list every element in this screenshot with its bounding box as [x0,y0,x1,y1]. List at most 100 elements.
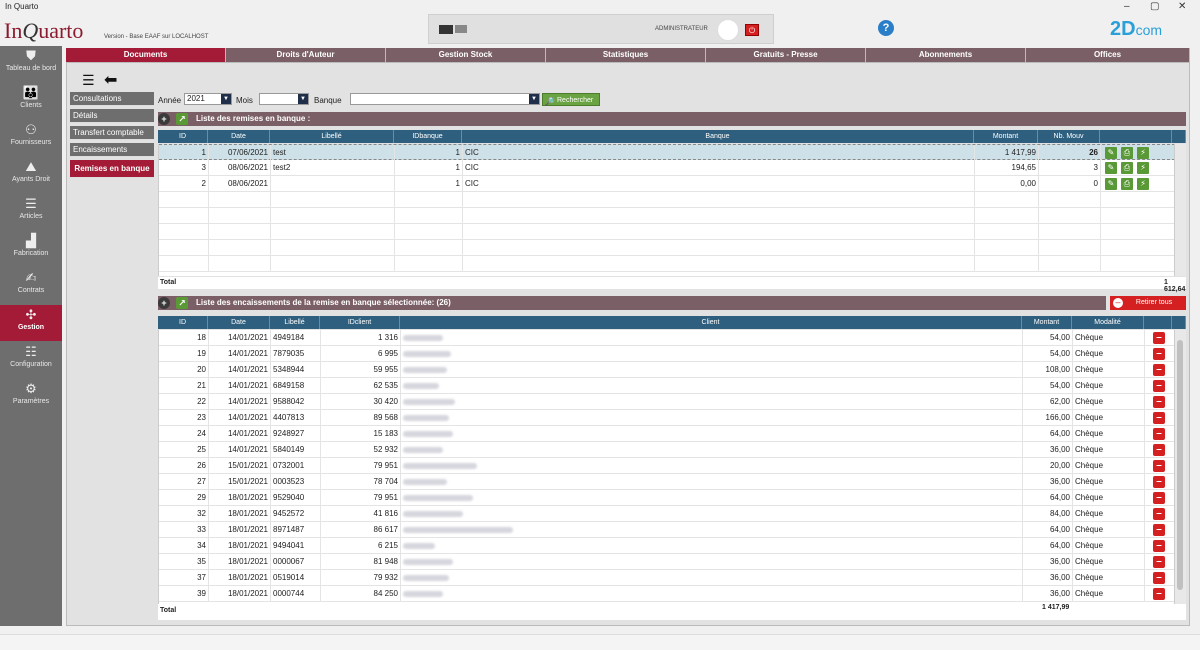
remove-icon[interactable]: – [1153,588,1165,600]
remove-icon[interactable]: – [1153,476,1165,488]
column-header[interactable]: Banque [462,130,974,143]
column-header[interactable]: IDbanque [394,130,462,143]
add-icon[interactable]: + [158,297,170,309]
monitor-icon[interactable] [439,25,453,34]
add-icon[interactable]: + [158,113,170,125]
maximize-button[interactable]: ▢ [1150,1,1159,12]
remove-icon[interactable]: – [1153,412,1165,424]
table-row[interactable]: 29 18/01/2021 9529040 79 951 64,00 Chèque – [159,490,1174,506]
table-row[interactable]: 23 14/01/2021 4407813 89 568 166,00 Chèque – [159,410,1174,426]
table-row[interactable]: 2 08/06/2021 1 CIC 0,00 0 ✎ ⎙ ⚡ [159,176,1175,192]
table-row[interactable]: 24 14/01/2021 9248927 15 183 64,00 Chèque – [159,426,1174,442]
close-button[interactable]: ✕ [1178,1,1186,12]
column-header[interactable]: Montant [1022,316,1072,329]
power-icon[interactable]: ⏻ [745,24,759,36]
table-row[interactable] [159,192,1175,208]
print-icon[interactable]: ⎙ [1121,147,1133,159]
bolt-icon[interactable]: ⚡ [1137,147,1149,159]
tab-offices[interactable]: Offices [1026,48,1190,62]
bolt-icon[interactable]: ⚡ [1137,178,1149,190]
export-icon[interactable]: ↗ [176,297,188,309]
column-header[interactable]: Date [208,316,270,329]
table-row[interactable]: 1 07/06/2021 test 1 CIC 1 417,99 26 ✎ ⎙ ⚡ [159,144,1175,161]
table-row[interactable] [159,224,1175,240]
print-icon[interactable]: ⎙ [1121,178,1133,190]
table-row[interactable] [159,256,1175,272]
sidebar-item-ayants-droit[interactable]: ⛰ Ayants Droit [0,157,62,193]
chevron-down-icon[interactable]: ▼ [529,94,539,104]
table-row[interactable]: 33 18/01/2021 8971487 86 617 64,00 Chèque – [159,522,1174,538]
remove-icon[interactable]: – [1153,380,1165,392]
column-header[interactable] [1172,316,1186,329]
chevron-down-icon[interactable]: ▼ [221,94,231,104]
remove-icon[interactable]: – [1153,524,1165,536]
submenu-item-encaissements[interactable]: Encaissements [70,143,154,157]
remove-icon[interactable]: – [1153,444,1165,456]
remove-icon[interactable]: – [1153,540,1165,552]
remove-icon[interactable]: – [1153,396,1165,408]
column-header[interactable]: Date [208,130,270,143]
table-row[interactable]: 19 14/01/2021 7879035 6 995 54,00 Chèque – [159,346,1174,362]
column-header[interactable] [1144,316,1172,329]
sidebar-item-clients[interactable]: 👪 Clients [0,83,62,119]
help-icon[interactable]: ? [878,20,894,36]
sidebar-item-tableau-de-bord[interactable]: ⛊ Tableau de bord [0,46,62,82]
sidebar-item-articles[interactable]: ☰ Articles [0,194,62,230]
sidebar-item-paramètres[interactable]: ⚙ Paramètres [0,379,62,415]
remove-icon[interactable]: – [1153,556,1165,568]
table-row[interactable]: 18 14/01/2021 4949184 1 316 54,00 Chèque – [159,330,1174,346]
banque-select[interactable]: ▼ [350,93,540,105]
chat-icon[interactable] [455,25,467,33]
column-header[interactable]: Client [400,316,1022,329]
table-row[interactable]: 39 18/01/2021 0000744 84 250 36,00 Chèque – [159,586,1174,602]
table-row[interactable]: 32 18/01/2021 9452572 41 816 84,00 Chèque – [159,506,1174,522]
column-header[interactable] [1172,130,1186,143]
remove-icon[interactable]: – [1153,460,1165,472]
sidebar-item-fabrication[interactable]: ▟ Fabrication [0,231,62,267]
column-header[interactable]: Libellé [270,316,320,329]
table-row[interactable] [159,240,1175,256]
scrollbar-thumb[interactable] [1177,340,1183,590]
tab-statistiques[interactable]: Statistiques [546,48,706,62]
retirer-tous-button[interactable]: – Retirer tous [1110,296,1186,310]
edit-icon[interactable]: ✎ [1105,162,1117,174]
mois-select[interactable]: ▼ [259,93,309,105]
tab-documents[interactable]: Documents [66,48,226,62]
annee-select[interactable]: 2021 ▼ [184,93,232,105]
chevron-down-icon[interactable]: ▼ [298,94,308,104]
submenu-item-remises-en-banque[interactable]: Remises en banque [70,160,154,178]
table-row[interactable]: 25 14/01/2021 5840149 52 932 36,00 Chèque – [159,442,1174,458]
tab-droits-d-auteur[interactable]: Droits d'Auteur [226,48,386,62]
table-row[interactable] [159,208,1175,224]
column-header[interactable]: Modalité [1072,316,1144,329]
table-row[interactable]: 35 18/01/2021 0000067 81 948 36,00 Chèque – [159,554,1174,570]
print-icon[interactable]: ⎙ [1121,162,1133,174]
export-icon[interactable]: ↗ [176,113,188,125]
column-header[interactable]: ID [158,130,208,143]
column-header[interactable]: Libellé [270,130,394,143]
avatar[interactable] [717,19,739,41]
column-header[interactable]: ID [158,316,208,329]
table-row[interactable]: 21 14/01/2021 6849158 62 535 54,00 Chèque – [159,378,1174,394]
submenu-item-transfert-comptable[interactable]: Transfert comptable [70,126,154,140]
sidebar-item-gestion[interactable]: ✣ Gestion [0,305,62,341]
sidebar-item-configuration[interactable]: ☷ Configuration [0,342,62,378]
table-row[interactable]: 22 14/01/2021 9588042 30 420 62,00 Chèque – [159,394,1174,410]
submenu-item-détails[interactable]: Détails [70,109,154,123]
table-row[interactable]: 27 15/01/2021 0003523 78 704 36,00 Chèque – [159,474,1174,490]
table-row[interactable]: 3 08/06/2021 test2 1 CIC 194,65 3 ✎ ⎙ ⚡ [159,160,1175,176]
sidebar-item-contrats[interactable]: ✍ Contrats [0,268,62,304]
tab-abonnements[interactable]: Abonnements [866,48,1026,62]
column-header[interactable]: Montant [974,130,1038,143]
remove-icon[interactable]: – [1153,572,1165,584]
search-button[interactable]: 🔎 Rechercher [542,93,600,106]
bolt-icon[interactable]: ⚡ [1137,162,1149,174]
remove-icon[interactable]: – [1153,364,1165,376]
minimize-button[interactable]: – [1124,1,1130,12]
submenu-item-consultations[interactable]: Consultations [70,92,154,106]
remove-icon[interactable]: – [1153,492,1165,504]
column-header[interactable] [1100,130,1172,143]
table-row[interactable]: 26 15/01/2021 0732001 79 951 20,00 Chèque – [159,458,1174,474]
encaissements-scrollbar[interactable] [1174,330,1186,604]
table-row[interactable]: 37 18/01/2021 0519014 79 932 36,00 Chèque – [159,570,1174,586]
